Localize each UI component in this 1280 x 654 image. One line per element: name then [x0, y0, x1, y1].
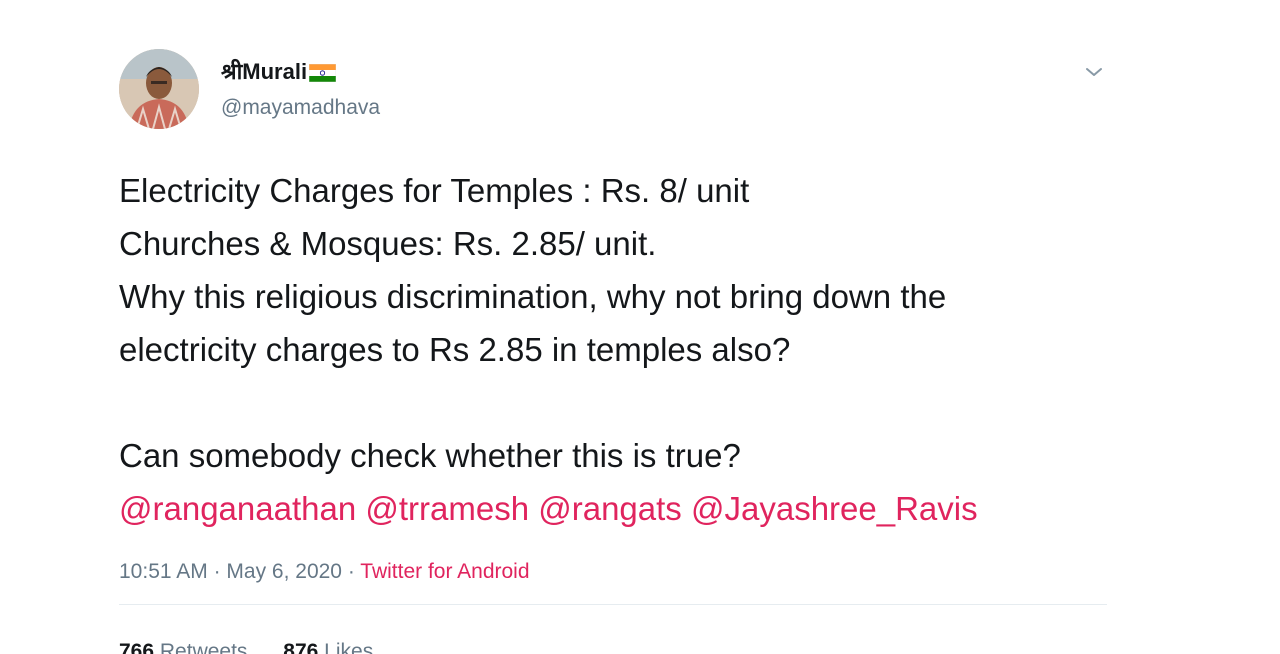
display-name[interactable]: श्रीMurali	[221, 58, 307, 86]
meta-separator: ·	[341, 560, 361, 583]
likes-label: Likes	[324, 640, 374, 654]
meta-separator: ·	[207, 560, 227, 583]
mentions-line: @ranganaathan @trramesh @rangats @Jayash…	[119, 482, 1139, 535]
mention-link[interactable]: @Jayashree_Ravis	[691, 490, 978, 527]
display-name-row[interactable]: श्रीMurali	[221, 58, 380, 86]
tweet-line: Churches & Mosques: Rs. 2.85/ unit.	[119, 225, 657, 262]
mention-link[interactable]: @rangats	[538, 490, 682, 527]
avatar-image	[119, 49, 199, 129]
tweet-question: Can somebody check whether this is true?	[119, 437, 741, 474]
retweets-stat[interactable]: 766 Retweets	[119, 640, 247, 654]
tweet-stats: 766 Retweets 876 Likes	[119, 636, 403, 654]
tweet-text: Electricity Charges for Temples : Rs. 8/…	[119, 164, 1139, 535]
author-handle[interactable]: @mayamadhava	[221, 94, 380, 122]
tweet-card: श्रीMurali @mayamadhava Electricity Char…	[0, 0, 1280, 654]
tweet-meta: 10:51 AM · May 6, 2020 · Twitter for And…	[119, 556, 530, 588]
tweet-date[interactable]: May 6, 2020	[226, 560, 342, 583]
mention-link[interactable]: @ranganaathan	[119, 490, 356, 527]
retweets-count: 766	[119, 640, 155, 654]
divider	[119, 604, 1107, 605]
likes-count: 876	[283, 640, 319, 654]
tweet-time[interactable]: 10:51 AM	[119, 560, 208, 583]
chevron-down-icon[interactable]	[1082, 60, 1106, 84]
tweet-line: electricity charges to Rs 2.85 in temple…	[119, 331, 791, 368]
mention-link[interactable]: @trramesh	[365, 490, 529, 527]
avatar[interactable]	[119, 49, 199, 129]
tweet-line: Why this religious discrimination, why n…	[119, 278, 947, 315]
likes-stat[interactable]: 876 Likes	[283, 640, 373, 654]
india-flag-icon	[309, 64, 337, 82]
tweet-source-link[interactable]: Twitter for Android	[360, 560, 529, 583]
tweet-line: Electricity Charges for Temples : Rs. 8/…	[119, 172, 750, 209]
retweets-label: Retweets	[159, 640, 248, 654]
author-block: श्रीMurali @mayamadhava	[221, 58, 380, 122]
